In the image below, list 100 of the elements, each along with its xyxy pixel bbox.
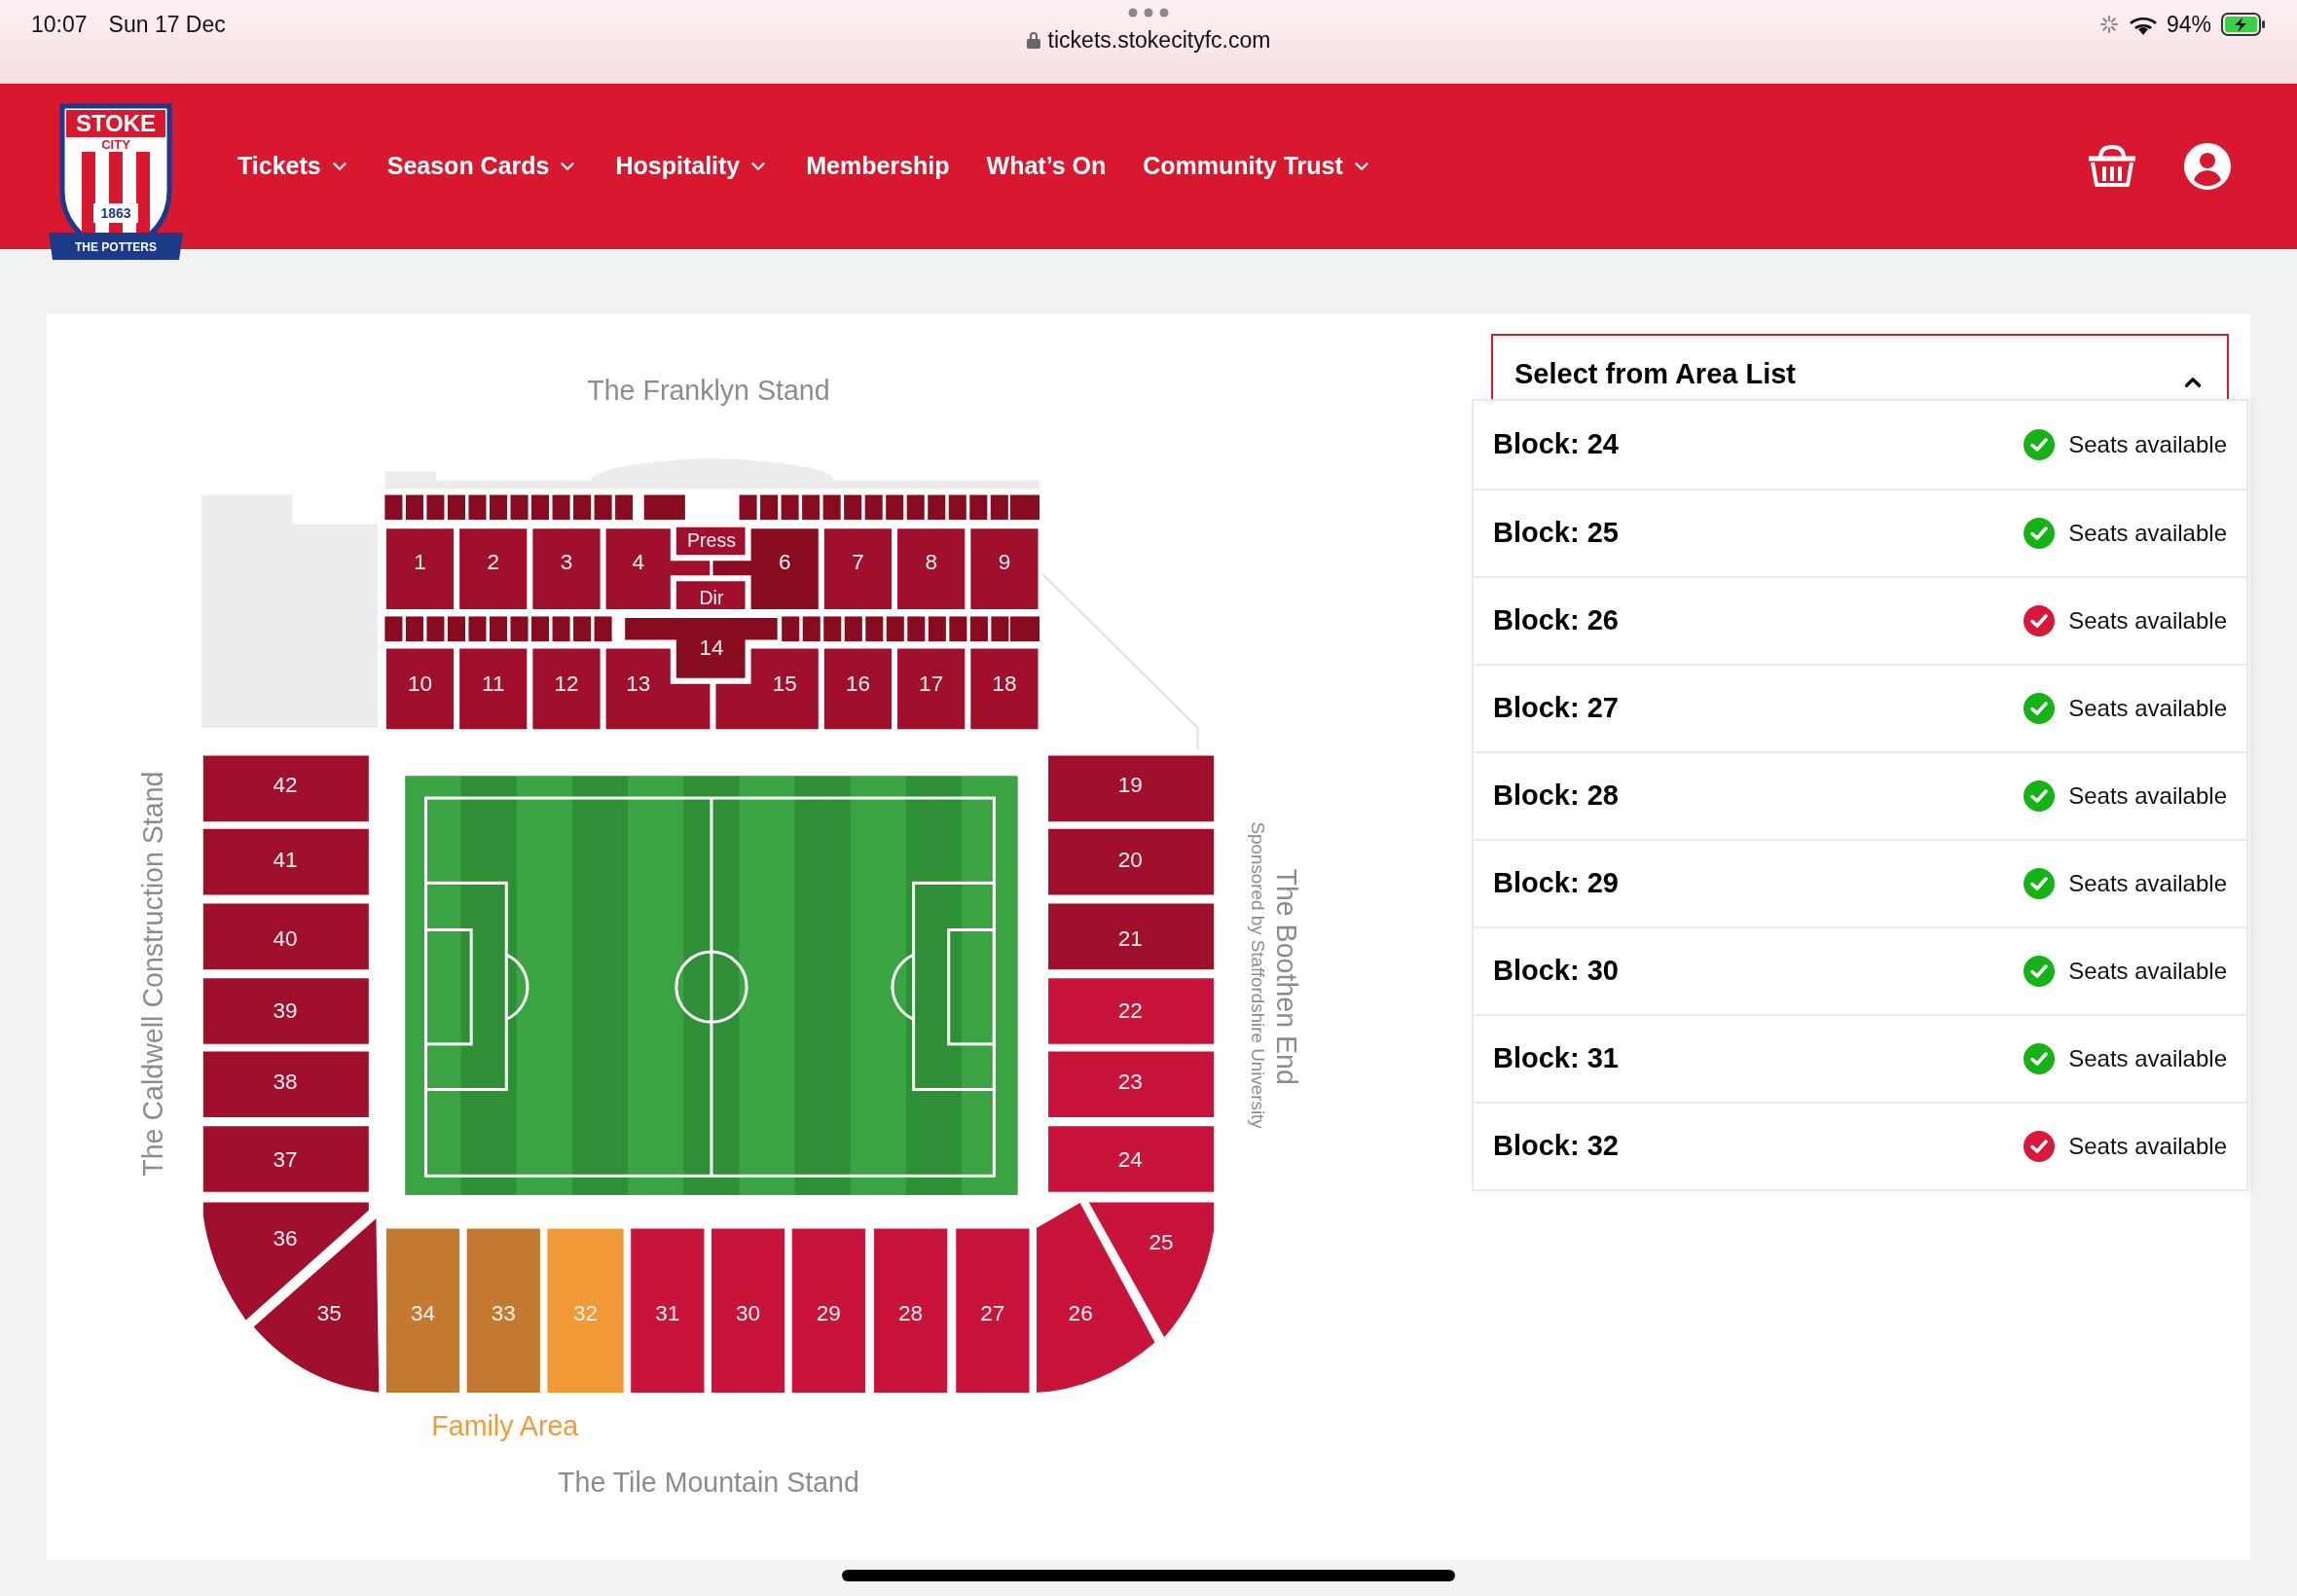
block-number: 12: [554, 671, 579, 697]
seating-block[interactable]: [820, 645, 895, 733]
availability-text: Seats available: [2068, 430, 2227, 459]
seating-block[interactable]: [200, 975, 372, 1047]
block-number: 28: [898, 1301, 924, 1326]
nav-link[interactable]: Membership: [806, 148, 950, 185]
status-time: 10:07: [31, 11, 88, 39]
block-number: Dir: [699, 586, 724, 608]
seating-block[interactable]: [529, 645, 603, 733]
area-list-item[interactable]: Block: 31 Seats available: [1474, 1014, 2246, 1102]
block-number: 29: [816, 1301, 841, 1326]
block-name: Block: 28: [1493, 779, 1619, 814]
seating-block[interactable]: [1045, 975, 1218, 1047]
seating-block[interactable]: [383, 526, 457, 612]
status-date: Sun 17 Dec: [108, 11, 226, 39]
block-number: 10: [407, 671, 433, 697]
seating-block[interactable]: [200, 825, 372, 898]
block-number: 36: [273, 1226, 298, 1251]
block-number: 40: [273, 926, 298, 951]
family-area-label: Family Area: [431, 1409, 579, 1441]
block-number: 23: [1117, 1070, 1143, 1095]
block-number: 24: [1117, 1147, 1143, 1173]
seating-block[interactable]: [1045, 752, 1218, 825]
block-name: Block: 29: [1493, 866, 1619, 901]
block-number: 1: [414, 550, 426, 575]
block-number: 4: [632, 550, 644, 575]
block-number: Press: [686, 529, 736, 552]
block-name: Block: 24: [1493, 427, 1619, 462]
nav-link[interactable]: What’s On: [986, 148, 1107, 185]
block-number: 42: [273, 773, 298, 797]
block-number: 8: [925, 550, 937, 575]
block-number: 38: [273, 1070, 298, 1095]
seating-block[interactable]: [1045, 825, 1218, 898]
seating-block[interactable]: [200, 1123, 372, 1195]
seating-block[interactable]: [894, 645, 968, 733]
availability-text: Seats available: [2068, 606, 2227, 635]
block-number: 27: [980, 1301, 1005, 1326]
area-list-item[interactable]: Block: 24 Seats available: [1474, 401, 2246, 489]
area-list-item[interactable]: Block: 30 Seats available: [1474, 926, 2246, 1014]
seating-block[interactable]: [200, 900, 372, 973]
availability-text: Seats available: [2068, 869, 2227, 898]
block-name: Block: 32: [1493, 1129, 1619, 1164]
area-list-item[interactable]: Block: 32 Seats available: [1474, 1102, 2246, 1189]
seating-block[interactable]: [1045, 900, 1218, 973]
area-list-item[interactable]: Block: 25 Seats available: [1474, 489, 2246, 576]
loading-spinner-icon: [2097, 14, 2120, 36]
block-name: Block: 30: [1493, 954, 1619, 989]
area-list-item[interactable]: Block: 26 Seats available: [1474, 576, 2246, 664]
seating-block[interactable]: [673, 578, 748, 612]
block-number: 21: [1117, 926, 1143, 951]
seating-block[interactable]: [383, 645, 457, 733]
block-number: 39: [273, 998, 298, 1023]
lock-icon: [1026, 31, 1040, 50]
seating-block[interactable]: [967, 526, 1041, 612]
nav-link[interactable]: Season Cards: [386, 148, 579, 185]
block-number: 41: [273, 847, 298, 872]
block-number: 15: [772, 671, 797, 697]
seating-block[interactable]: [456, 526, 530, 612]
block-number: 31: [655, 1301, 680, 1326]
block-number: 16: [845, 671, 870, 697]
block-number: 37: [273, 1147, 298, 1173]
nav-link[interactable]: Community Trust: [1143, 148, 1372, 185]
nav-link[interactable]: Hospitality: [615, 148, 770, 185]
seating-block[interactable]: [1045, 1123, 1218, 1195]
block-number: 9: [998, 550, 1011, 575]
area-list-item[interactable]: Block: 28 Seats available: [1474, 751, 2246, 839]
block-number: 32: [573, 1301, 599, 1326]
block-number: 25: [1148, 1229, 1174, 1254]
seating-block[interactable]: [529, 526, 603, 612]
seating-block[interactable]: [967, 645, 1041, 733]
stand-name: The Franklyn Stand: [587, 374, 830, 406]
stand-name: The Caldwell Construction Stand: [136, 771, 168, 1177]
block-number: 34: [410, 1301, 436, 1326]
block-number: 30: [736, 1301, 761, 1326]
block-number: 18: [992, 671, 1017, 697]
block-name: Block: 25: [1493, 516, 1619, 551]
block-number: 2: [487, 550, 499, 575]
basket-icon[interactable]: [2087, 144, 2137, 189]
url-text[interactable]: tickets.stokecityfc.com: [1047, 23, 1271, 57]
nav-link[interactable]: Tickets: [237, 148, 350, 185]
area-list-item[interactable]: Block: 29 Seats available: [1474, 839, 2246, 926]
area-list-item[interactable]: Block: 27 Seats available: [1474, 664, 2246, 751]
availability-text: Seats available: [2068, 957, 2227, 986]
stand-name: The Tile Mountain Stand: [558, 1467, 859, 1499]
block-number: 11: [482, 671, 505, 697]
block-name: Block: 31: [1493, 1041, 1619, 1076]
availability-text: Seats available: [2068, 1044, 2227, 1073]
user-account-icon[interactable]: [2184, 143, 2231, 190]
seating-block[interactable]: [200, 752, 372, 825]
seating-block[interactable]: [456, 645, 530, 733]
block-number: 35: [316, 1301, 342, 1326]
block-number: 6: [778, 550, 791, 575]
seating-block[interactable]: [820, 526, 895, 612]
seating-block[interactable]: [894, 526, 968, 612]
sponsor-text: Sponsored by Staffordshire University: [1248, 821, 1269, 1129]
block-number: 22: [1117, 998, 1143, 1023]
more-dots-icon[interactable]: [1127, 8, 1170, 18]
seating-block[interactable]: [673, 524, 748, 559]
availability-text: Seats available: [2068, 519, 2227, 548]
availability-text: Seats available: [2068, 694, 2227, 723]
